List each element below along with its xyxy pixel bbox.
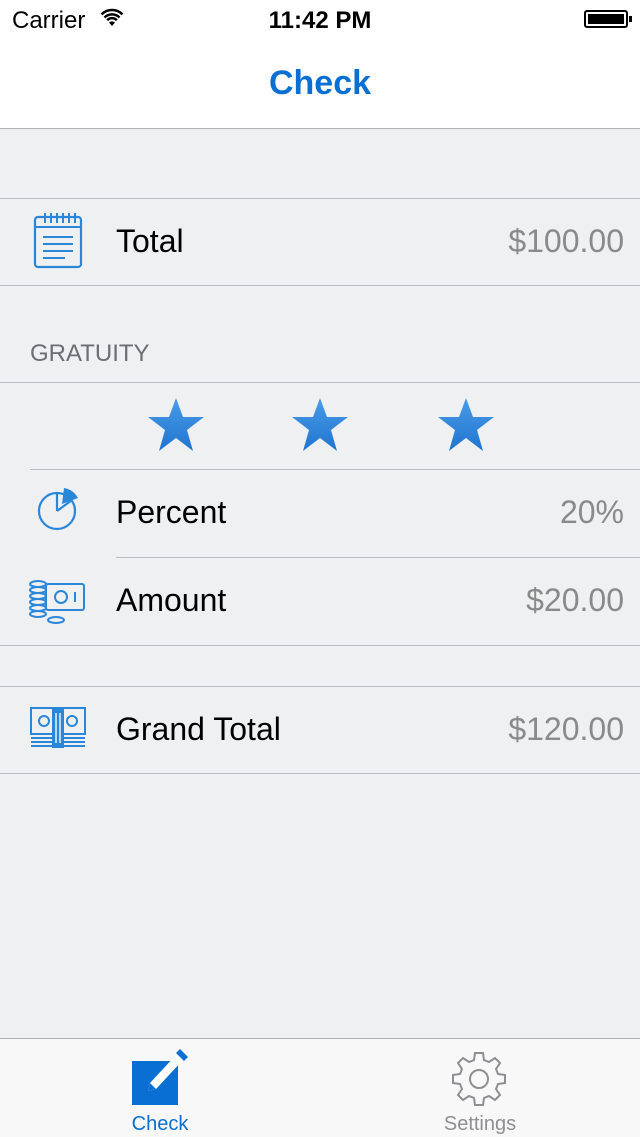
- gratuity-section-header: GRATUITY: [30, 340, 150, 367]
- star-rating[interactable]: [0, 384, 640, 469]
- percent-label: Percent: [116, 494, 227, 530]
- total-row[interactable]: Total $100.00: [0, 199, 640, 285]
- amount-value: $20.00: [526, 582, 624, 618]
- pie-chart-icon: [37, 488, 78, 531]
- divider: [0, 645, 640, 646]
- tab-check[interactable]: Check: [0, 1039, 320, 1137]
- star-icon[interactable]: [436, 396, 496, 454]
- percent-row[interactable]: Percent 20%: [0, 470, 640, 557]
- tab-settings-label: Settings: [443, 1113, 517, 1135]
- amount-row[interactable]: Amount $20.00: [0, 558, 640, 645]
- grand-total-value: $120.00: [508, 711, 624, 747]
- gear-icon: [452, 1052, 506, 1106]
- star-icon[interactable]: [290, 396, 350, 454]
- notepad-icon: [33, 213, 83, 269]
- tab-check-label: Check: [131, 1113, 189, 1135]
- tab-settings[interactable]: Settings: [320, 1039, 640, 1137]
- total-label: Total: [116, 223, 184, 259]
- battery-icon: [584, 10, 632, 28]
- divider: [0, 773, 640, 774]
- status-time: 11:42 PM: [268, 7, 372, 34]
- edit-pencil-icon: [132, 1049, 188, 1105]
- divider: [0, 382, 640, 383]
- coins-cash-icon: [29, 580, 85, 624]
- star-icon[interactable]: [146, 396, 206, 454]
- tab-bar: Check Settings: [0, 1038, 640, 1137]
- percent-value: 20%: [559, 494, 624, 530]
- amount-label: Amount: [116, 582, 227, 618]
- grand-total-row[interactable]: Grand Total $120.00: [0, 687, 640, 773]
- total-value: $100.00: [508, 223, 624, 259]
- navigation-bar: Check: [0, 40, 640, 129]
- page-title: Check: [268, 64, 372, 102]
- grand-total-label: Grand Total: [116, 711, 281, 747]
- status-bar: Carrier 11:42 PM: [0, 0, 640, 40]
- divider: [0, 285, 640, 286]
- banknotes-icon: [30, 707, 86, 748]
